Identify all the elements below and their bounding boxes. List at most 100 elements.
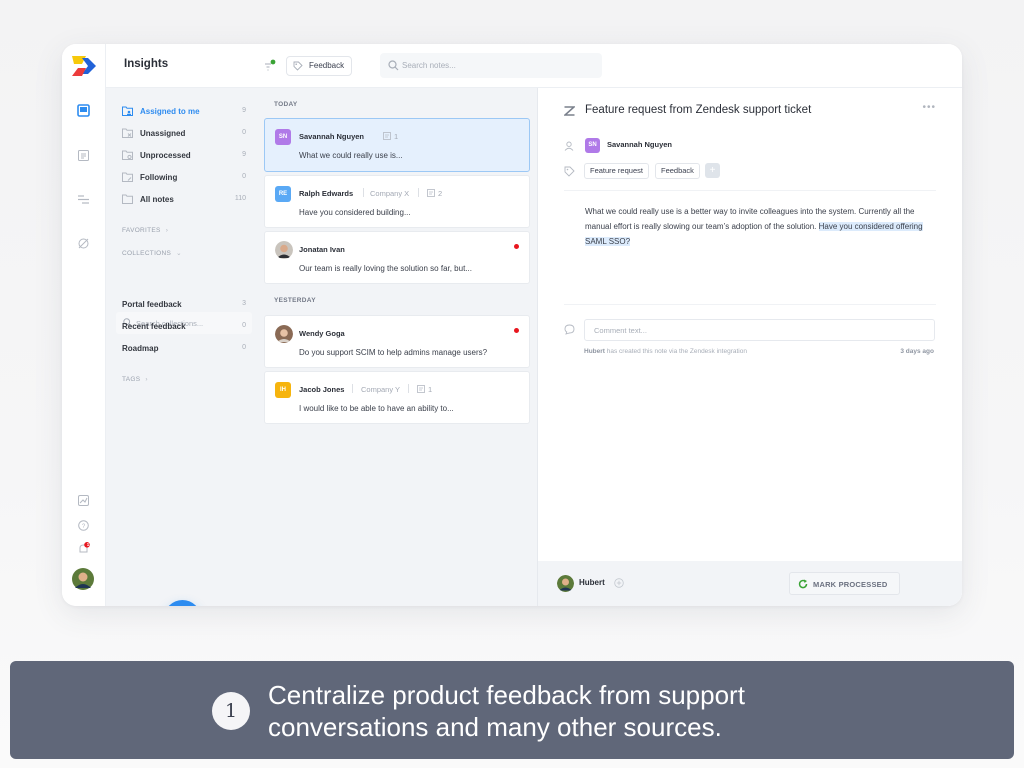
folder-user-icon [122, 106, 133, 116]
tag-icon [564, 166, 575, 177]
note-detail: Feature request from Zendesk support tic… [538, 88, 962, 606]
divider [408, 384, 409, 393]
note-card[interactable]: RE Ralph Edwards Company X 2 Have you co… [264, 175, 530, 228]
caption-banner: 1 Centralize product feedback from suppo… [10, 661, 1014, 759]
note-author: Jacob Jones [299, 385, 345, 394]
person-icon [564, 141, 574, 151]
caption-line-1: Centralize product feedback from support [268, 680, 745, 710]
app-logo[interactable] [72, 56, 96, 76]
search-notes-input[interactable] [380, 53, 602, 78]
note-author: Jonatan Ivan [299, 245, 345, 254]
divider [564, 304, 936, 305]
author-name[interactable]: Savannah Nguyen [607, 140, 672, 149]
chevron-right-icon: › [165, 227, 169, 234]
tag-chip[interactable]: Feature request [584, 163, 649, 179]
tag-icon [293, 61, 303, 71]
avatar [275, 325, 293, 343]
collection-label: Roadmap [122, 344, 159, 353]
created-text: has created this note via the Zendesk in… [604, 348, 747, 355]
nav-count: 0 [242, 173, 246, 180]
chevron-right-icon: › [145, 376, 148, 383]
note-company: Company Y [361, 385, 401, 394]
comment-input[interactable] [584, 319, 935, 341]
note-title: Feature request from Zendesk support tic… [585, 104, 812, 116]
mark-processed-label: MARK PROCESSED [813, 580, 888, 589]
divider [418, 188, 419, 197]
collection-count: 0 [242, 322, 246, 329]
page-title: Insights [124, 58, 169, 70]
note-author: Ralph Edwards [299, 189, 354, 198]
collections-section-toggle[interactable]: COLLECTIONS ⌄ [122, 249, 182, 257]
note-count: 2 [438, 189, 443, 198]
favorites-section-toggle[interactable]: FAVORITES › [122, 227, 168, 234]
feedback-filter-chip[interactable]: Feedback [286, 56, 353, 76]
feedback-chip-label: Feedback [309, 61, 345, 70]
nav-all-notes[interactable]: All notes 110 [122, 192, 246, 208]
collection-roadmap[interactable]: Roadmap 0 [122, 341, 246, 357]
divider [352, 384, 353, 393]
folder-follow-icon [122, 172, 133, 182]
nav-count: 110 [234, 195, 246, 202]
collection-recent-feedback[interactable]: Recent feedback 0 [122, 319, 246, 335]
author-avatar: SN [585, 138, 600, 153]
note-icon[interactable] [77, 149, 90, 162]
step-number-badge: 1 [212, 692, 250, 730]
note-count: 1 [428, 385, 433, 394]
comment-icon [564, 324, 575, 335]
collection-count: 0 [242, 344, 246, 351]
collection-count: 3 [242, 300, 246, 307]
nav-assigned-to-me[interactable]: Assigned to me 9 [122, 104, 246, 120]
add-note-button[interactable]: + [164, 600, 201, 606]
note-card[interactable]: Jonatan Ivan Our team is really loving t… [264, 231, 530, 284]
nav-unassigned[interactable]: Unassigned 0 [122, 126, 246, 142]
nav-count: 9 [242, 151, 246, 158]
created-info: Hubert has created this note via the Zen… [584, 348, 747, 355]
note-card[interactable]: IH Jacob Jones Company Y 1 I would like … [264, 371, 530, 424]
folder-x-icon [122, 128, 133, 138]
note-card[interactable]: SN Savannah Nguyen 1 What we could reall… [264, 118, 530, 172]
collection-portal-feedback[interactable]: Portal feedback 3 [122, 297, 246, 313]
created-timestamp: 3 days ago [900, 348, 934, 355]
nav-label: All notes [140, 195, 174, 204]
note-snippet: Our team is really loving the solution s… [299, 264, 472, 273]
portal-icon[interactable] [77, 237, 90, 250]
add-tag-button[interactable]: + [705, 163, 720, 178]
note-count-icon [383, 132, 391, 140]
note-card[interactable]: Wendy Goga Do you support SCIM to help a… [264, 315, 530, 368]
tag-chip[interactable]: Feedback [655, 163, 700, 179]
note-snippet: Have you considered building... [299, 208, 411, 217]
nav-count: 9 [242, 107, 246, 114]
help-icon[interactable]: ? [77, 519, 90, 532]
nav-following[interactable]: Following 0 [122, 170, 246, 186]
tags-label: TAGS [122, 376, 141, 383]
roadmap-icon[interactable] [77, 193, 90, 206]
note-count-icon [427, 189, 435, 197]
icon-rail: ? 1 [62, 44, 106, 606]
nav-unprocessed[interactable]: Unprocessed 9 [122, 148, 246, 164]
note-author: Wendy Goga [299, 329, 345, 338]
mark-processed-button[interactable]: MARK PROCESSED [789, 572, 900, 595]
nav-count: 0 [242, 129, 246, 136]
owner-avatar[interactable] [557, 575, 574, 592]
analytics-icon[interactable] [77, 494, 90, 507]
collections-label: COLLECTIONS [122, 250, 172, 257]
more-options-button[interactable]: ••• [922, 102, 936, 113]
tags-section-toggle[interactable]: TAGS › [122, 376, 148, 383]
inbox-icon[interactable] [77, 104, 90, 117]
avatar [275, 241, 293, 259]
group-header-today: TODAY [274, 101, 298, 108]
notification-badge: 1 [86, 542, 90, 547]
refresh-icon [798, 579, 808, 589]
note-company: Company X [370, 189, 410, 198]
user-avatar[interactable] [72, 568, 94, 590]
group-header-yesterday: YESTERDAY [274, 297, 316, 304]
avatar: IH [275, 382, 291, 398]
svg-text:?: ? [82, 524, 86, 530]
add-follower-icon[interactable] [614, 578, 624, 588]
filter-icon[interactable] [264, 59, 276, 73]
note-count: 1 [394, 132, 399, 141]
zendesk-icon [564, 106, 575, 116]
note-snippet: What we could really use is... [299, 151, 403, 160]
navigation-panel: Assigned to me 9 Unassigned 0 Unprocesse… [106, 88, 256, 606]
avatar: SN [275, 129, 291, 145]
